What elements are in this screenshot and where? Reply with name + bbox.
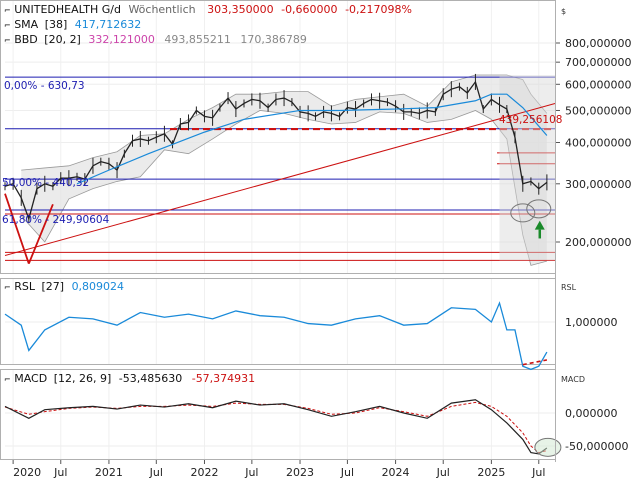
interval-label: Wöchentlich [128,3,195,16]
rsl-axis-label: RSL [561,283,577,292]
fib-50-label: 50,00% - 440,32 [2,177,89,189]
macd-arrow-icon: ⌐ [4,375,11,384]
rsl-tick-label: 1,000000 [565,316,618,329]
macd-value: -53,485630 [119,372,182,385]
fib-0-label: 0,00% - 630,73 [4,80,85,92]
rsl-param: [27] [41,280,64,293]
macd-highlight-ellipse [534,437,562,457]
rsl-value: 0,809024 [72,280,125,293]
price-tick-label: 400,000000 [565,137,631,150]
price-tick-label: 800,000000 [565,37,631,50]
macd-label: MACD [14,372,47,385]
bbd-legend: ⌐ BBD [20, 2] 332,121000 493,855211 170,… [4,33,307,46]
x-tick-label: 2021 [95,466,123,479]
x-tick-label: 2020 [13,466,41,479]
change-value: -0,660000 [281,3,337,16]
price-tick-label: 200,000000 [565,236,631,249]
sma-value: 417,712632 [75,18,141,31]
sma-label: SMA [14,18,38,31]
price-tick-label: 700,000000 [565,56,631,69]
macd-param: [12, 26, 9] [54,372,112,385]
macd-tick-label: 0,000000 [565,407,618,420]
svg-text:⌐ UNITEDHEALTH G/d: ⌐ UNITEDHEALTH G/d Wöchentlich 303,35000… [4,3,412,16]
currency-symbol: $ [561,7,566,16]
bbd-label: BBD [14,33,38,46]
bbd-arrow-icon: ⌐ [4,36,11,45]
x-tick-label: Jul [149,466,163,479]
x-tick-label: Jul [53,466,67,479]
chart-area: 800,000000 700,000000 600,000000 500,000000… [0,0,640,480]
dashed-level-label: 439,256108 [499,114,562,126]
macd-axis-label: MACD [561,375,585,384]
bbd-param: [20, 2] [44,33,81,46]
sma-arrow-icon: ⌐ [4,21,11,30]
x-tick-label: 2023 [286,466,314,479]
macd-tick-label: -50,000000 [565,440,628,453]
bbd-lower-value: 170,386789 [240,33,306,46]
x-tick-label: Jul [531,466,545,479]
price-tick-label: 500,000000 [565,104,631,117]
price-tick-label: 600,000000 [565,78,631,91]
change-percent: -0,217098% [345,3,412,16]
x-tick-label: Jul [436,466,450,479]
symbol-name: UNITEDHEALTH G/d [14,3,121,16]
fib-618-label: 61,80% - 249,90604 [2,214,110,226]
svg-text:⌐ RSL [27] 0: ⌐ RSL [27] 0,809024 [4,280,124,293]
x-tick-label: 2024 [382,466,410,479]
signal-value: -57,374931 [192,372,255,385]
y-axis-ticks: 800,000000 700,000000 600,000000 500,000000… [556,37,631,453]
header-arrow-icon: ⌐ [4,6,11,15]
last-price: 303,350000 [207,3,273,16]
header-legend: ⌐ UNITEDHEALTH G/d Wöchentlich 303,35000… [4,3,412,16]
selloff-zone [499,75,555,261]
x-tick-label: Jul [340,466,354,479]
price-tick-label: 300,000000 [565,178,631,191]
svg-text:⌐ MACD [12, 26, 9]: ⌐ MACD [12, 26, 9] -53,485630 -57,374931 [4,372,255,385]
bbd-upper-value: 493,855211 [164,33,230,46]
bbd-mid-value: 332,121000 [88,33,154,46]
x-tick-label: 2022 [190,466,218,479]
rsl-label: RSL [14,280,36,293]
x-tick-label: Jul [244,466,258,479]
sma-param: [38] [45,18,68,31]
rsl-arrow-icon: ⌐ [4,283,11,292]
svg-text:⌐ BBD [20, 2]: ⌐ BBD [20, 2] 332,121000 493,855211 170,… [4,33,307,46]
x-tick-label: 2025 [477,466,505,479]
